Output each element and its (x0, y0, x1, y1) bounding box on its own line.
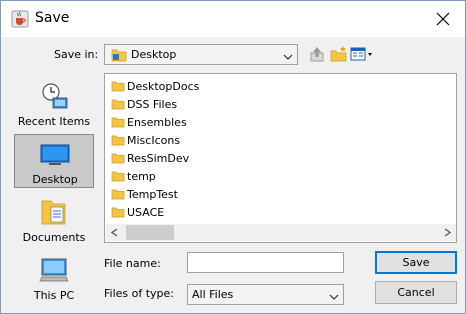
list-item[interactable]: DSS Files (109, 96, 449, 113)
save-dialog: Save Save in: Desktop Recent Items Deskt… (0, 0, 466, 314)
list-item[interactable]: DesktopDocs (109, 78, 449, 95)
file-name-input[interactable] (187, 252, 344, 273)
view-menu-icon[interactable] (350, 45, 374, 63)
folder-icon (111, 134, 125, 149)
cancel-button[interactable]: Cancel (375, 281, 457, 304)
files-of-type-value: All Files (192, 288, 234, 301)
files-of-type-dropdown[interactable]: All Files (187, 284, 344, 305)
horizontal-scrollbar[interactable] (106, 224, 456, 241)
place-label: Desktop (32, 173, 78, 186)
chevron-down-icon (283, 51, 293, 60)
list-item[interactable]: MiscIcons (109, 132, 449, 149)
save-in-value: Desktop (131, 48, 177, 61)
file-name: DesktopDocs (127, 80, 200, 93)
folder-icon (111, 116, 125, 131)
file-name: ResSimDev (127, 152, 190, 165)
place-label: This PC (33, 289, 75, 302)
places-bar: Recent Items Desktop Documents This PC (10, 73, 96, 305)
create-new-folder-icon[interactable] (330, 45, 348, 63)
list-item[interactable]: USACE (109, 204, 449, 221)
window-title: Save (35, 10, 70, 26)
file-name: temp (127, 170, 156, 183)
scroll-left-icon[interactable] (106, 224, 123, 241)
close-button[interactable] (421, 1, 465, 37)
file-name: DSS Files (127, 98, 178, 111)
save-in-dropdown[interactable]: Desktop (104, 44, 298, 65)
folder-icon (111, 206, 125, 221)
documents-icon (41, 200, 66, 225)
place-label: Recent Items (17, 115, 91, 128)
folder-icon (111, 98, 125, 113)
save-in-label: Save in: (54, 48, 99, 61)
save-button[interactable]: Save (375, 251, 457, 274)
chevron-down-icon (329, 291, 339, 300)
desktop-icon (40, 144, 70, 165)
place-this-pc[interactable]: This PC (14, 251, 94, 305)
file-name: USACE (127, 206, 165, 219)
scrollbar-thumb[interactable] (126, 225, 174, 240)
file-name: TempTest (127, 188, 178, 201)
computer-icon (39, 258, 69, 282)
folder-icon (111, 80, 125, 95)
list-item[interactable]: temp (109, 168, 449, 185)
folder-icon (111, 188, 125, 203)
up-one-level-icon[interactable] (308, 45, 326, 63)
close-icon (436, 12, 450, 26)
file-name: MiscIcons (127, 134, 181, 147)
recent-items-icon (42, 83, 68, 109)
list-item[interactable]: Ensembles (109, 114, 449, 131)
scroll-right-icon[interactable] (439, 224, 456, 241)
list-item[interactable]: ResSimDev (109, 150, 449, 167)
files-of-type-label: Files of type: (104, 287, 175, 300)
place-documents[interactable]: Documents (14, 193, 94, 247)
place-recent-items[interactable]: Recent Items (14, 77, 94, 131)
place-desktop[interactable]: Desktop (14, 134, 94, 188)
title-bar: Save (1, 1, 465, 37)
list-item[interactable]: TempTest (109, 186, 449, 203)
folder-icon (111, 152, 125, 167)
file-list[interactable]: DesktopDocs DSS Files Ensembles MiscIcons Re… (104, 73, 457, 243)
java-cup-icon (11, 10, 29, 28)
folder-icon (111, 170, 125, 185)
desktop-folder-icon (111, 48, 127, 65)
file-name-label: File name: (104, 257, 161, 270)
file-name: Ensembles (127, 116, 187, 129)
place-label: Documents (22, 231, 86, 244)
